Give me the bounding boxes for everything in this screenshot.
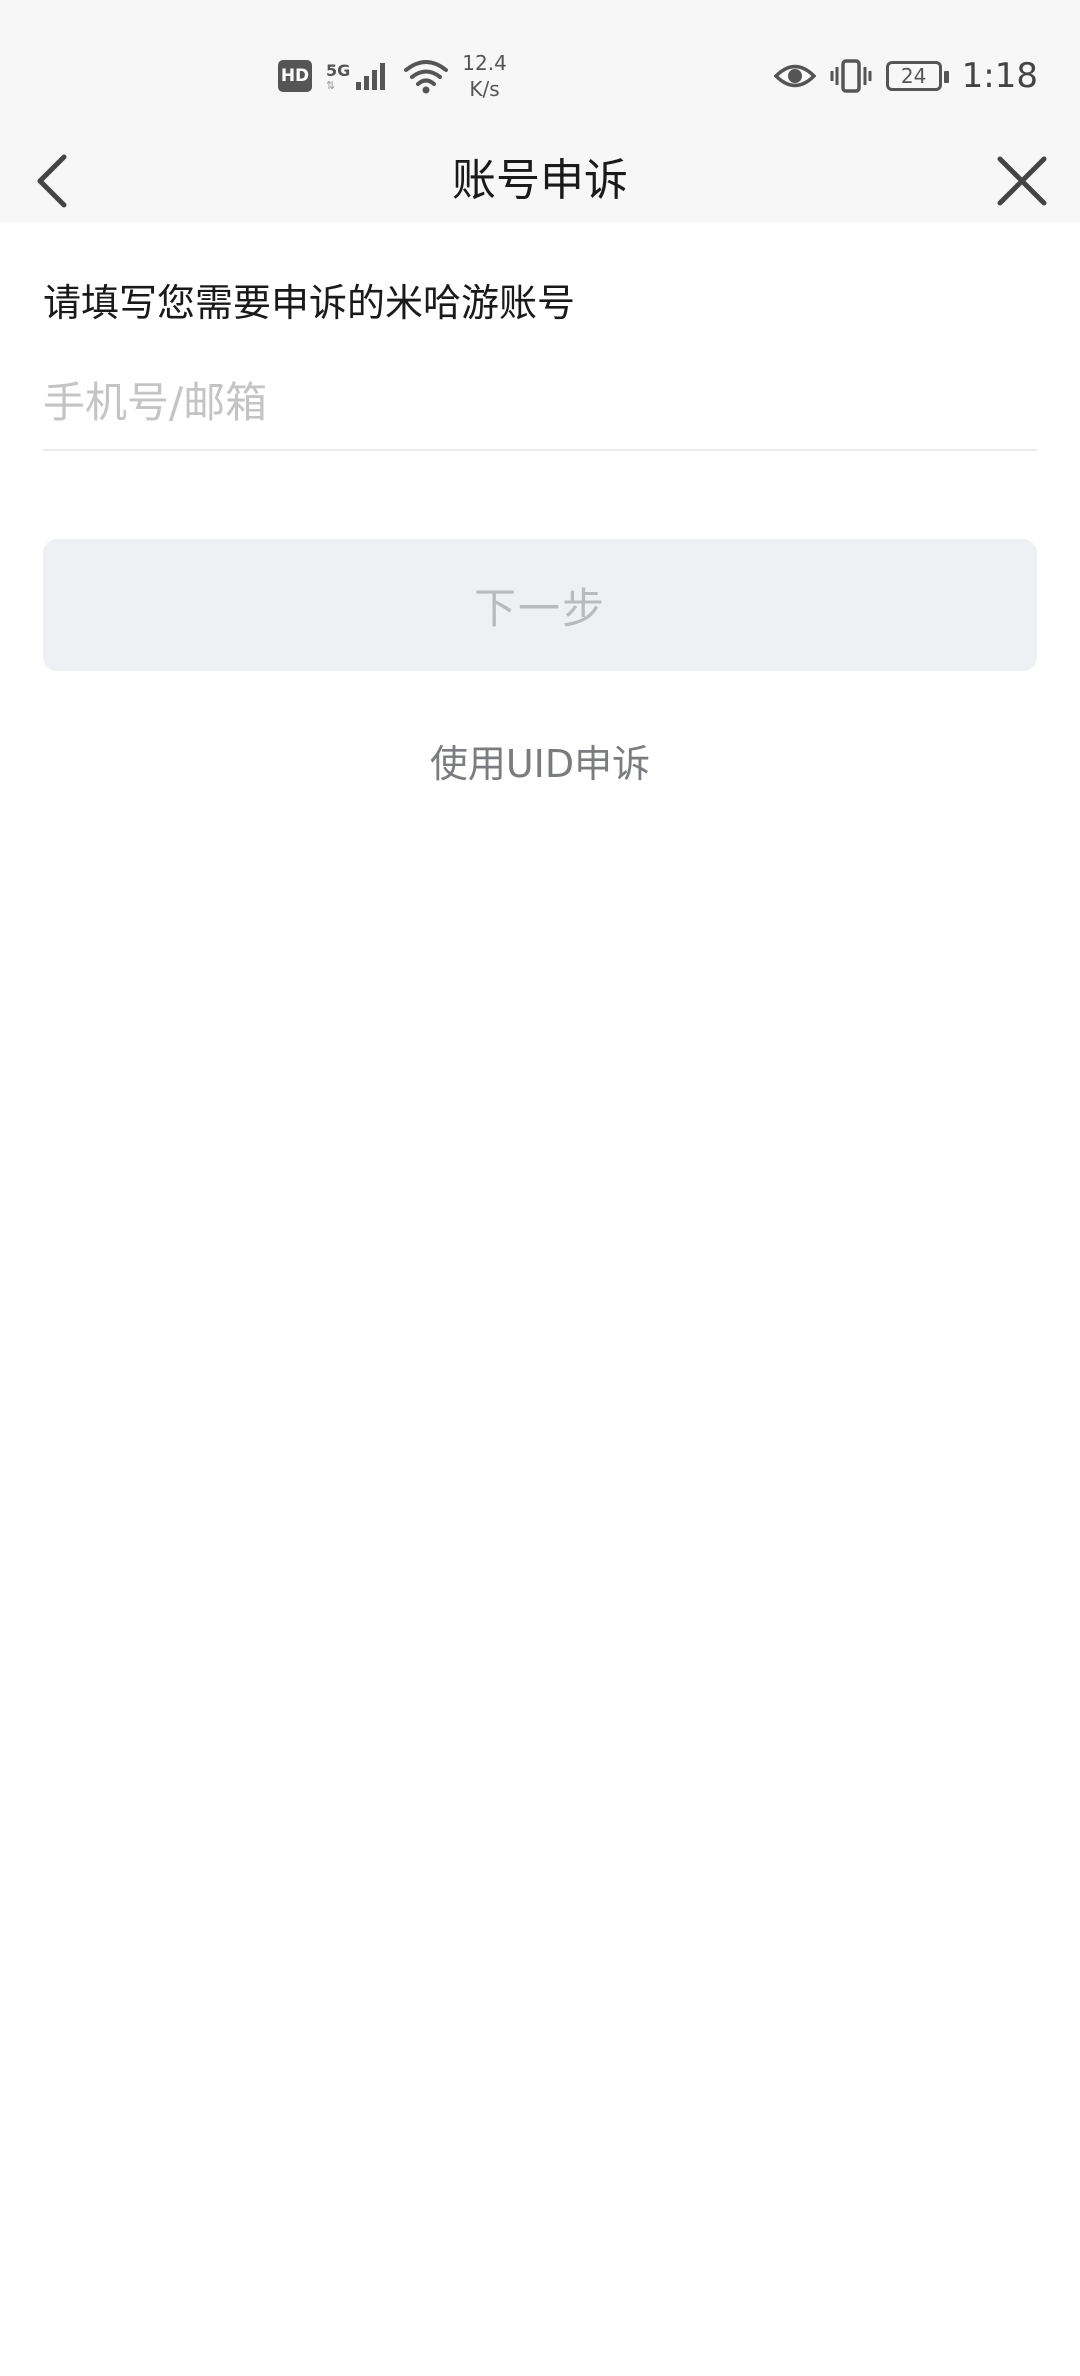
close-icon [997,156,1047,206]
uid-appeal-link[interactable]: 使用UID申诉 [43,733,1037,788]
form-prompt: 请填写您需要申诉的米哈游账号 [43,281,576,325]
page-title: 账号申诉 [452,155,628,206]
status-bar-left: HD 5G ⇅ 12.4 K/s [278,46,507,106]
appeal-form: 请填写您需要申诉的米哈游账号 下一步 使用UID申诉 [43,222,1037,788]
close-button[interactable] [968,140,1048,222]
back-button[interactable] [32,140,112,222]
wifi-icon [404,60,449,94]
status-bar-right: 24 1:18 [773,46,1038,106]
chevron-left-icon [37,154,67,208]
signal-icon: 5G ⇅ [326,60,390,92]
vibrate-icon [830,59,872,93]
network-speed-unit: K/s [469,77,500,101]
eye-icon [773,64,816,88]
network-speed: 12.4 K/s [462,50,507,102]
next-button[interactable]: 下一步 [43,539,1037,671]
battery-level: 24 [900,64,927,88]
battery-icon: 24 [885,61,949,91]
clock: 1:18 [961,56,1038,96]
account-input-wrapper [43,369,1037,451]
account-input[interactable] [43,369,1037,435]
status-bar: HD 5G ⇅ 12.4 K/s 24 1:18 [0,0,1080,140]
data-arrows-icon: ⇅ [326,79,336,92]
header-bar: 账号申诉 [0,140,1080,222]
network-type-label: 5G [326,61,351,80]
hd-icon: HD [278,60,312,92]
network-speed-value: 12.4 [462,51,507,75]
